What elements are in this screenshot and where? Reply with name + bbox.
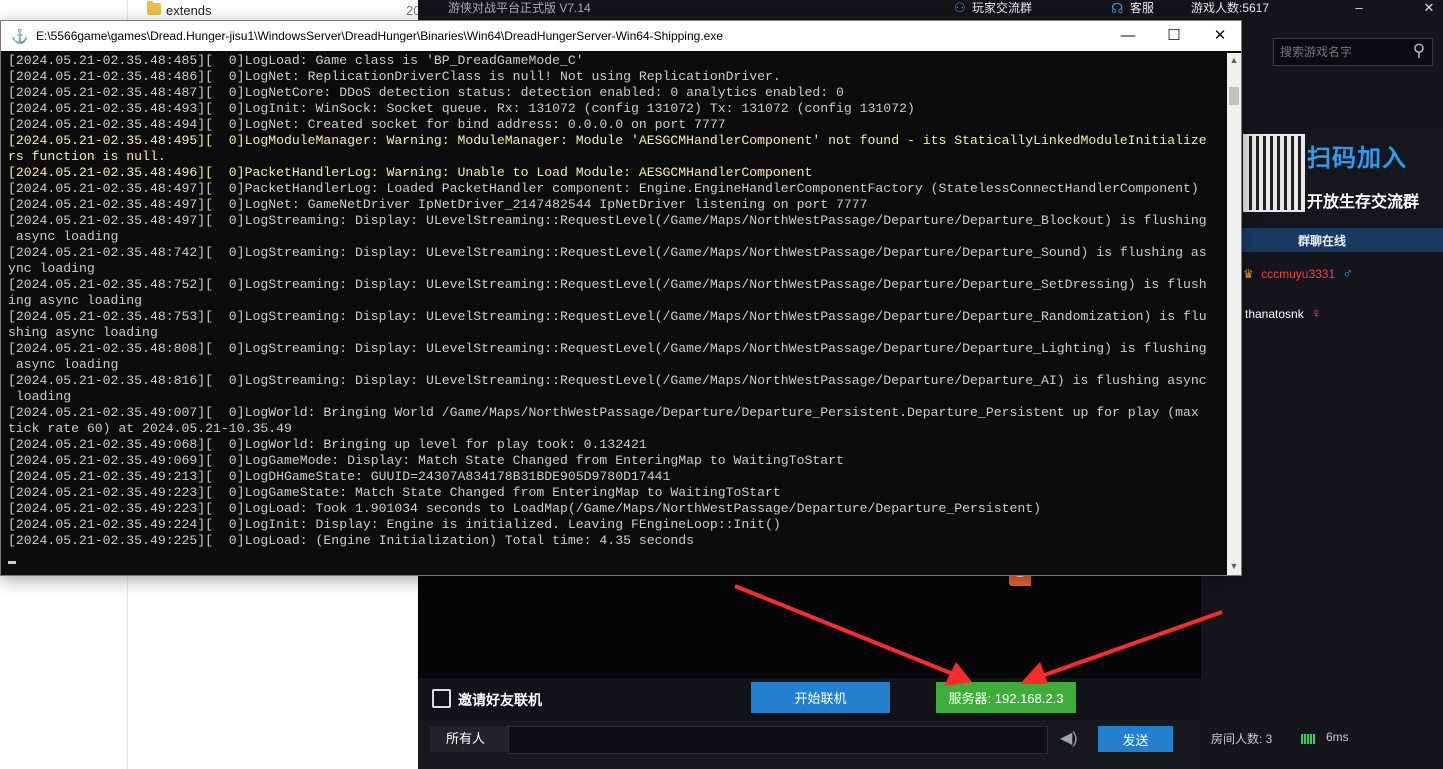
log-line: [2024.05.21-02.35.49:224][ 0]LogInit: Di… — [8, 517, 781, 532]
log-line: [2024.05.21-02.35.48:497][ 0]LogNet: Gam… — [8, 197, 868, 212]
headset-icon: ☊ — [1111, 0, 1124, 16]
member-name: thanatosnk — [1245, 307, 1304, 321]
log-line: [2024.05.21-02.35.49:007][ 0]LogWorld: B… — [8, 405, 1199, 420]
scroll-down-arrow-icon[interactable]: ▼ — [1227, 559, 1241, 573]
promo-subtitle: 开放生存交流群 — [1307, 194, 1420, 211]
game-search-box: ⚲ — [1273, 38, 1433, 66]
log-line: [2024.05.21-02.35.48:808][ 0]LogStreamin… — [8, 341, 1207, 356]
invite-friends-link[interactable]: 邀请好友联机 — [458, 690, 542, 710]
log-line: [2024.05.21-02.35.49:225][ 0]LogLoad: (E… — [8, 533, 695, 548]
room-player-count: 房间人数: 3 — [1211, 732, 1273, 746]
log-line: rs function is null. — [8, 149, 166, 164]
online-players-count: 游戏人数:5617 — [1191, 1, 1270, 15]
log-line: [2024.05.21-02.35.48:496][ 0]PacketHandl… — [8, 165, 813, 180]
send-button[interactable]: 发送 — [1098, 726, 1173, 752]
log-line: [2024.05.21-02.35.48:497][ 0]PacketHandl… — [8, 181, 1199, 196]
log-line: ing async loading — [8, 293, 143, 308]
scroll-up-arrow-icon[interactable]: ▲ — [1227, 53, 1241, 67]
log-line: loading — [15, 389, 72, 404]
female-icon: ♀ — [1311, 305, 1322, 321]
console-close-button[interactable]: ✕ — [1197, 21, 1243, 51]
chat-recipient-select[interactable]: 所有人 — [430, 726, 508, 752]
console-title-bar[interactable]: ⚓ E:\5566game\games\Dread.Hunger-jisu1\W… — [1, 21, 1241, 51]
console-output[interactable]: [2024.05.21-02.35.48:485][ 0]LogLoad: Ga… — [8, 53, 1226, 573]
male-icon: ♂ — [1342, 265, 1354, 281]
platform-minimize-button[interactable]: – — [1346, 0, 1372, 16]
console-minimize-button[interactable]: — — [1105, 21, 1151, 51]
console-title: E:\5566game\games\Dread.Hunger-jisu1\Win… — [36, 29, 723, 43]
log-line: [2024.05.21-02.35.48:493][ 0]LogInit: Wi… — [8, 101, 915, 116]
scroll-thumb[interactable] — [1229, 87, 1239, 105]
chat-input[interactable] — [508, 726, 1048, 754]
log-line: [2024.05.21-02.35.49:068][ 0]LogWorld: B… — [8, 437, 647, 452]
console-scrollbar[interactable]: ▲ ▼ — [1227, 53, 1241, 575]
log-line: [2024.05.21-02.35.48:742][ 0]LogStreamin… — [8, 245, 1207, 260]
speaker-icon[interactable]: ◀) — [1060, 730, 1082, 748]
qr-promo-banner[interactable]: 扫码加入 开放生存交流群 — [1241, 130, 1443, 226]
member-name: cccmuyu3331 — [1261, 267, 1336, 281]
player-chat-group-link[interactable]: 玩家交流群 — [972, 0, 1032, 16]
log-line: async loading — [15, 229, 119, 244]
log-line: shing async loading — [8, 325, 158, 340]
log-lines: [2024.05.21-02.35.48:485][ 0]LogLoad: Ga… — [8, 53, 1226, 549]
chat-bar: 所有人 ◀) 发送 — [418, 720, 1201, 769]
platform-close-button[interactable]: ✕ — [1416, 0, 1442, 16]
log-line: [2024.05.21-02.35.48:485][ 0]LogLoad: Ga… — [8, 53, 584, 68]
people-icon: ⚇ — [954, 0, 966, 15]
start-online-button[interactable]: 开始联机 — [751, 682, 890, 713]
platform-title: 游侠对战平台正式版 V7.14 — [448, 1, 591, 15]
search-icon[interactable]: ⚲ — [1409, 41, 1429, 61]
server-console-window[interactable]: ⚓ E:\5566game\games\Dread.Hunger-jisu1\W… — [0, 20, 1242, 576]
log-line: tick rate 60) at 2024.05.21-10.35.49 — [8, 421, 292, 436]
member-item[interactable]: ♛ cccmuyu3331 ♂ — [1243, 264, 1443, 282]
log-line: [2024.05.21-02.35.48:753][ 0]LogStreamin… — [8, 309, 1207, 324]
log-line: ync loading — [8, 261, 95, 276]
anchor-icon: ⚓ — [11, 28, 29, 44]
log-line: [2024.05.21-02.35.49:069][ 0]LogGameMode… — [8, 453, 844, 468]
folder-name[interactable]: extends — [166, 3, 212, 18]
log-line: [2024.05.21-02.35.48:752][ 0]LogStreamin… — [8, 277, 1207, 292]
log-line: [2024.05.21-02.35.49:223][ 0]LogGameStat… — [8, 485, 781, 500]
log-line: [2024.05.21-02.35.49:213][ 0]LogDHGameSt… — [8, 469, 671, 484]
log-line: async loading — [15, 357, 119, 372]
share-icon[interactable] — [432, 689, 451, 708]
console-maximize-button[interactable]: ☐ — [1151, 21, 1197, 51]
ping-value: 6ms — [1326, 730, 1349, 744]
log-line: [2024.05.21-02.35.48:495][ 0]LogModuleMa… — [8, 133, 1207, 148]
signal-strength-icon — [1301, 734, 1315, 744]
qr-code-image — [1243, 134, 1305, 212]
log-line: [2024.05.21-02.35.48:497][ 0]LogStreamin… — [8, 213, 1207, 228]
log-line: [2024.05.21-02.35.48:487][ 0]LogNetCore:… — [8, 85, 844, 100]
vip-crown-icon: ♛ — [1243, 267, 1254, 281]
platform-title-bar: 游侠对战平台正式版 V7.14 ⚇ 玩家交流群 ☊ 客服 游戏人数:5617 –… — [418, 0, 1443, 22]
folder-icon — [147, 1, 161, 15]
log-line: [2024.05.21-02.35.48:494][ 0]LogNet: Cre… — [8, 117, 726, 132]
log-line: [2024.05.21-02.35.48:816][ 0]LogStreamin… — [8, 373, 1207, 388]
game-search-input[interactable] — [1278, 42, 1412, 62]
log-line: [2024.05.21-02.35.48:486][ 0]LogNet: Rep… — [8, 69, 781, 84]
text-cursor — [8, 561, 16, 564]
action-bar: 邀请好友联机 开始联机 服务器: 192.168.2.3 — [418, 678, 1201, 720]
member-item[interactable]: thanatosnk ♀ — [1245, 304, 1443, 322]
log-line: [2024.05.21-02.35.49:223][ 0]LogLoad: To… — [8, 501, 1042, 516]
server-address-button[interactable]: 服务器: 192.168.2.3 — [936, 682, 1076, 713]
game-preview-area — [418, 575, 1201, 678]
customer-service-link[interactable]: 客服 — [1130, 0, 1154, 16]
promo-title: 扫码加入 — [1307, 145, 1407, 172]
